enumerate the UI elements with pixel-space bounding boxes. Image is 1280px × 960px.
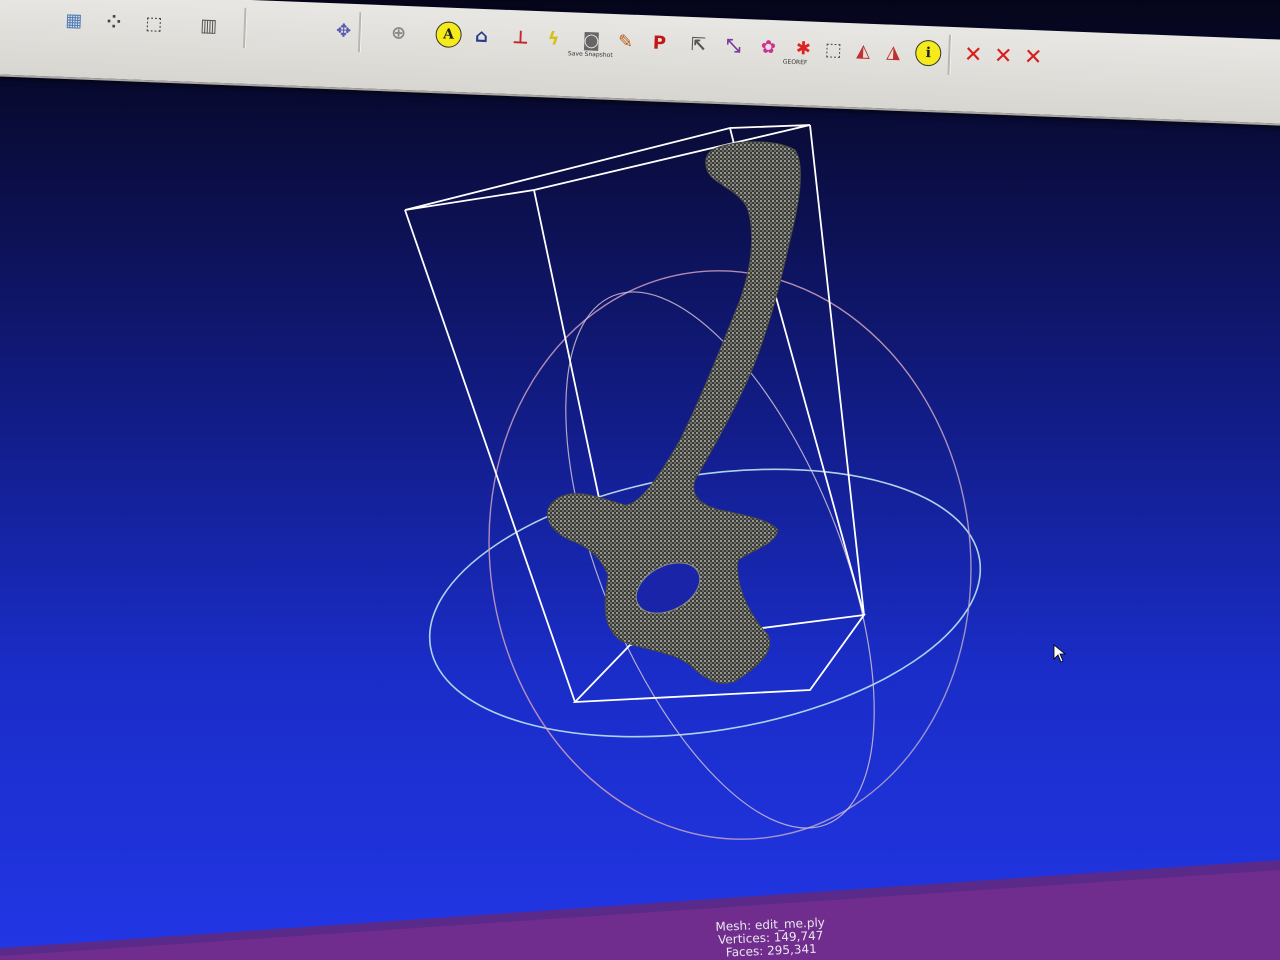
lightning-button[interactable]: ϟ: [538, 21, 569, 56]
select-faces-icon: ⬚: [824, 38, 843, 61]
point-cloud-button[interactable]: ⁘: [98, 4, 129, 39]
snapshot-label: Save Snapshot: [567, 50, 613, 59]
select-faces-button[interactable]: ⬚: [818, 32, 849, 67]
pp-icon: P: [652, 31, 667, 54]
toolbar-separator: [242, 7, 248, 48]
lightning-icon: ϟ: [547, 27, 560, 50]
toolbar-separator: [947, 34, 952, 75]
crosshair-icon: ⊕: [390, 21, 407, 44]
select-region-icon: ◮: [885, 40, 901, 63]
delete-vertices-icon: ✕: [963, 41, 983, 68]
annotation-a-icon: A: [435, 21, 463, 49]
pp-button[interactable]: P: [644, 25, 675, 60]
camera-icon: ◙: [582, 29, 601, 51]
wireframe-box-button[interactable]: ⬚: [138, 6, 169, 41]
align-axes-icon: ✥: [335, 19, 352, 42]
delete-selection-button[interactable]: ✕: [1018, 40, 1049, 75]
select-region-button[interactable]: ◮: [878, 34, 909, 69]
axis-icon: ⊥: [511, 26, 530, 49]
georef-icon: ✱: [795, 37, 812, 60]
home-button[interactable]: ⌂: [466, 18, 497, 53]
paintbrush-icon: ✎: [617, 30, 634, 53]
select-connected-button[interactable]: ◭: [848, 33, 879, 68]
measure-button[interactable]: ⤡: [718, 28, 749, 63]
toolbar-separator: [357, 12, 363, 53]
meshlab-window: Mesh: edit_me.ply Vertices: 149,747 Face…: [0, 0, 1280, 960]
layer-button[interactable]: ▦: [58, 3, 89, 38]
viewport-scene: [404, 124, 982, 840]
align-axes-button[interactable]: ✥: [328, 13, 359, 48]
cube-grid-icon: ▥: [199, 14, 218, 37]
georef-label: GEOREF: [782, 58, 808, 67]
status-bar-background: [0, 860, 1280, 960]
delete-faces-icon: ✕: [993, 43, 1013, 69]
3d-viewport[interactable]: [0, 0, 1280, 960]
crosshair-button[interactable]: ⊕: [383, 15, 414, 50]
annotation-a-button[interactable]: A: [433, 17, 464, 52]
select-vertex-icon: ⇱: [690, 33, 707, 56]
rainbow-paint-icon: ✿: [760, 36, 777, 58]
measure-icon: ⤡: [725, 34, 742, 57]
wireframe-box-icon: ⬚: [144, 12, 163, 35]
select-vertex-button[interactable]: ⇱: [683, 27, 714, 62]
info-icon: i: [914, 39, 942, 67]
delete-selection-icon: ✕: [1023, 44, 1043, 70]
mouse-cursor-icon: [1053, 644, 1067, 663]
home-icon: ⌂: [474, 25, 489, 47]
paintbrush-button[interactable]: ✎: [610, 24, 641, 59]
select-connected-icon: ◭: [855, 39, 871, 62]
delete-faces-button[interactable]: ✕: [988, 38, 1019, 73]
cube-grid-button[interactable]: ▥: [193, 8, 224, 43]
mesh-info-overlay: Mesh: edit_me.ply Vertices: 149,747 Face…: [690, 915, 851, 960]
layer-icon: ▦: [64, 9, 83, 32]
point-cloud-icon: ⁘: [105, 10, 122, 33]
info-button[interactable]: i: [913, 36, 944, 71]
rainbow-paint-button[interactable]: ✿: [753, 29, 784, 64]
delete-vertices-button[interactable]: ✕: [958, 37, 989, 72]
mesh-model[interactable]: [546, 141, 801, 684]
axis-button[interactable]: ⊥: [505, 20, 536, 55]
